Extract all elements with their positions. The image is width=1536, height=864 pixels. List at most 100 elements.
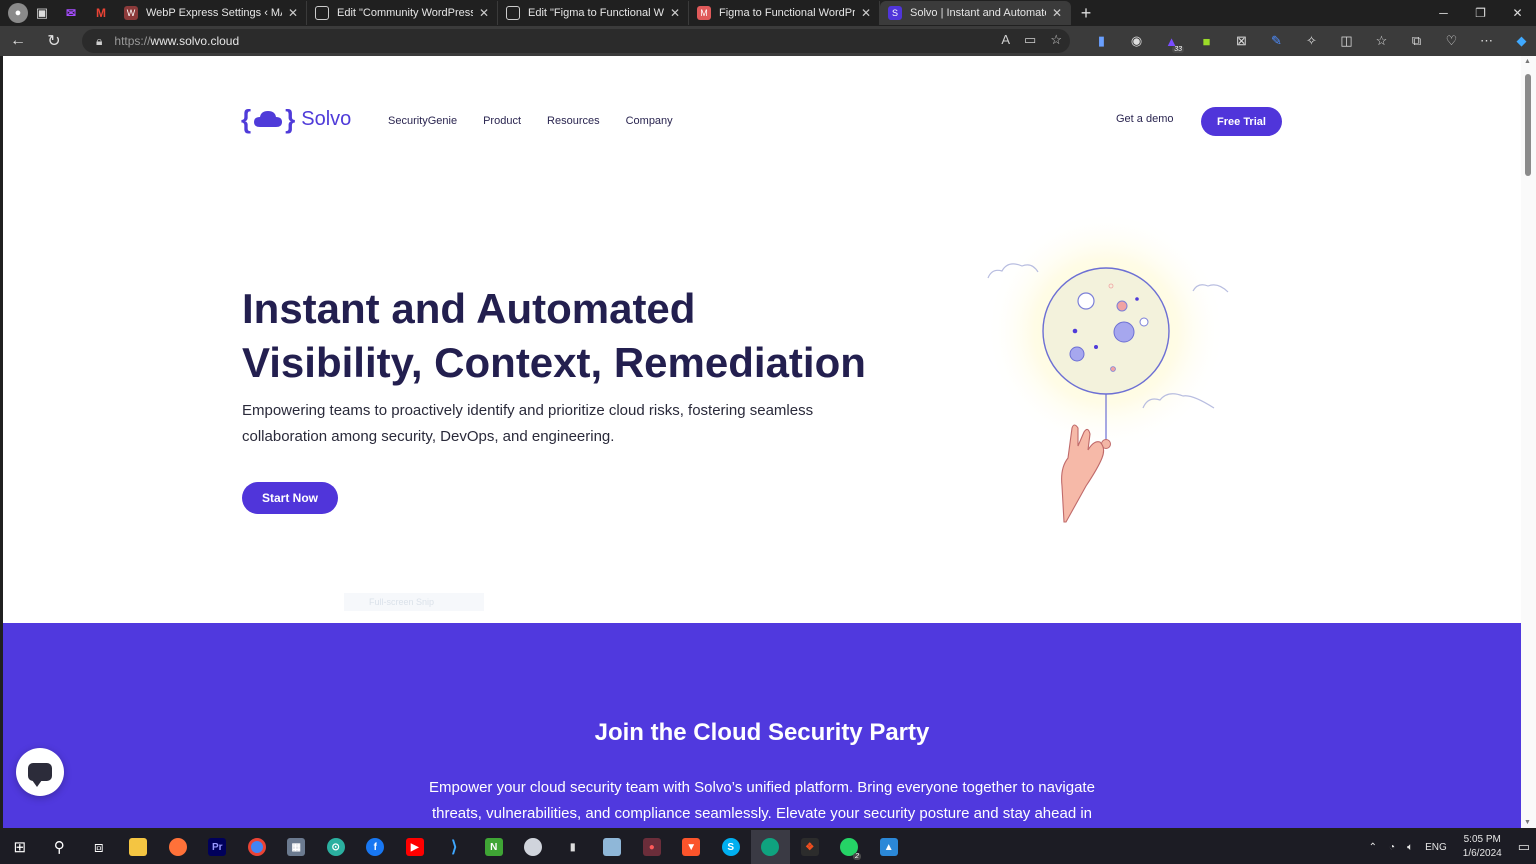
snip-overlay-text: Full-screen Snip <box>344 593 484 611</box>
minimize-icon[interactable]: ─ <box>1425 0 1462 26</box>
get-demo-link[interactable]: Get a demo <box>1116 113 1173 125</box>
file-explorer-icon[interactable] <box>119 830 159 864</box>
address-bar-icons: A ▭ ☆ <box>1001 32 1062 48</box>
immersive-reader-icon[interactable]: ▭ <box>1024 32 1036 48</box>
extension-badge: 33 <box>1172 46 1184 53</box>
network-icon[interactable]: ◔ <box>1389 842 1395 853</box>
tab-actions-icon[interactable]: ▣ <box>28 2 56 24</box>
page-viewport: { } Solvo SecurityGenie Product Resource… <box>3 56 1521 828</box>
more-menu-icon[interactable]: ⋯ <box>1469 27 1504 55</box>
extension-bookmark-icon[interactable]: ▮ <box>1084 27 1119 55</box>
free-trial-button[interactable]: Free Trial <box>1201 107 1282 136</box>
browser-essentials-icon[interactable]: ♡ <box>1434 27 1469 55</box>
address-bar[interactable]: 🔒︎ https://www.solvo.cloud A ▭ ☆ <box>82 29 1070 53</box>
task-view-icon[interactable]: ⧈ <box>79 830 119 864</box>
chat-bubble-icon <box>28 763 52 787</box>
extension-tools-icon[interactable]: ✎ <box>1259 27 1294 55</box>
scrollbar-thumb[interactable] <box>1525 74 1531 176</box>
skype-icon[interactable]: S <box>711 830 751 864</box>
screen-recorder-icon[interactable]: ● <box>632 830 672 864</box>
brave-icon[interactable]: ▼ <box>672 830 712 864</box>
start-now-button[interactable]: Start Now <box>242 482 338 514</box>
page-scrollbar[interactable]: ▲ ▼ <box>1521 56 1536 828</box>
logo-brace-right-icon: } <box>285 104 296 134</box>
tab-title: Figma to Functional WordPress V <box>719 7 855 19</box>
windows-taskbar: ⊞ ⚲ ⧈ Pr ▦ ⊙ f ▶ ⟩ N ▮ ● ▼ S ❖ 2 ▲ ⌃ ◔ 🔈… <box>0 830 1536 864</box>
chrome-icon[interactable] <box>237 830 277 864</box>
vscode-icon[interactable]: ⟩ <box>435 830 475 864</box>
document-favicon-icon <box>315 6 329 20</box>
tab-edit-figma[interactable]: Edit "Figma to Functional WordP ✕ <box>498 1 689 25</box>
scroll-down-icon[interactable]: ▼ <box>1524 819 1531 826</box>
app-cloud-icon[interactable] <box>514 830 554 864</box>
usb-icon[interactable]: ▮ <box>553 830 593 864</box>
whatsapp-badge: 2 <box>853 853 861 860</box>
tab-solvo[interactable]: S Solvo | Instant and Automated V ✕ <box>880 1 1071 25</box>
extension-hat-icon[interactable]: ▲ 33 <box>1154 27 1189 55</box>
refresh-icon[interactable]: ↻ <box>36 27 72 55</box>
lock-icon[interactable]: 🔒︎ <box>96 34 102 49</box>
app-notes-icon[interactable] <box>593 830 633 864</box>
new-tab-button[interactable]: + <box>1071 3 1101 24</box>
logo-brace-left-icon: { <box>241 104 252 134</box>
system-clock[interactable]: 5:05 PM 1/6/2024 <box>1463 833 1502 861</box>
firefox-icon[interactable] <box>158 830 198 864</box>
nav-resources[interactable]: Resources <box>547 115 600 127</box>
facebook-icon[interactable]: f <box>356 830 396 864</box>
tab-title: WebP Express Settings ‹ MA UXU <box>146 7 282 19</box>
collections-icon[interactable]: ⧉ <box>1399 27 1434 55</box>
tab-figma-functional[interactable]: M Figma to Functional WordPress V ✕ <box>689 1 880 25</box>
close-tab-icon[interactable]: ✕ <box>288 6 298 20</box>
copilot-icon[interactable]: ◆ <box>1504 27 1536 55</box>
window-controls: ─ ❐ ✕ <box>1425 0 1536 26</box>
edge-icon[interactable] <box>750 830 790 864</box>
close-window-icon[interactable]: ✕ <box>1499 0 1536 26</box>
tray-overflow-icon[interactable]: ⌃ <box>1369 842 1377 853</box>
notepad-plus-icon[interactable]: N <box>474 830 514 864</box>
windows-start-icon[interactable]: ⊞ <box>0 830 40 864</box>
nav-product[interactable]: Product <box>483 115 521 127</box>
notifications-icon[interactable]: ▭ <box>1518 839 1530 855</box>
premiere-pro-icon[interactable]: Pr <box>198 830 238 864</box>
cloud-security-party-section: Join the Cloud Security Party Empower yo… <box>3 623 1521 828</box>
search-icon[interactable]: ⚲ <box>40 830 80 864</box>
nav-securitygenie[interactable]: SecurityGenie <box>388 115 457 127</box>
clock-date: 1/6/2024 <box>1462 848 1502 859</box>
extensions-bar: ▮ ◉ ▲ 33 ■ ⊠ ✎ ✧ ◫ ☆ ⧉ ♡ ⋯ ◆ <box>1084 27 1536 55</box>
youtube-icon[interactable]: ▶ <box>395 830 435 864</box>
scroll-up-icon[interactable]: ▲ <box>1524 58 1531 65</box>
nav-company[interactable]: Company <box>626 115 673 127</box>
extension-x-icon[interactable]: ⊠ <box>1224 27 1259 55</box>
photos-icon[interactable]: ▲ <box>869 830 909 864</box>
site-favicon-icon: M <box>697 6 711 20</box>
extension-camera-icon[interactable]: ◉ <box>1119 27 1154 55</box>
close-tab-icon[interactable]: ✕ <box>1052 6 1062 20</box>
figma-icon[interactable]: ❖ <box>790 830 830 864</box>
language-indicator[interactable]: ENG <box>1425 842 1447 853</box>
extensions-puzzle-icon[interactable]: ✧ <box>1294 27 1329 55</box>
restore-icon[interactable]: ❐ <box>1462 0 1499 26</box>
favorite-star-icon[interactable]: ☆ <box>1050 32 1062 48</box>
solvo-favicon-icon: S <box>888 6 902 20</box>
extension-green-icon[interactable]: ■ <box>1189 27 1224 55</box>
tab-webp-express[interactable]: W WebP Express Settings ‹ MA UXU ✕ <box>116 1 307 25</box>
volume-icon[interactable]: 🔈︎ <box>1407 842 1413 853</box>
pinned-tab-mail-icon[interactable]: ✉ <box>56 2 86 24</box>
system-tray: ⌃ ◔ 🔈︎ ENG 5:05 PM 1/6/2024 ▭ <box>1363 830 1536 864</box>
solvo-logo[interactable]: { } Solvo <box>241 106 351 132</box>
read-aloud-icon[interactable]: A <box>1001 32 1010 48</box>
whatsapp-icon[interactable]: 2 <box>830 830 870 864</box>
back-icon[interactable]: ← <box>0 27 36 55</box>
pinned-tab-gmail-icon[interactable]: M <box>86 2 116 24</box>
tab-edit-community[interactable]: Edit "Community WordPress The ✕ <box>307 1 498 25</box>
app-teal-icon[interactable]: ⊙ <box>316 830 356 864</box>
browser-tab-strip: ● ▣ ✉ M W WebP Express Settings ‹ MA UXU… <box>0 0 1536 26</box>
favorites-icon[interactable]: ☆ <box>1364 27 1399 55</box>
chat-widget-button[interactable] <box>16 748 64 796</box>
close-tab-icon[interactable]: ✕ <box>670 6 680 20</box>
close-tab-icon[interactable]: ✕ <box>479 6 489 20</box>
profile-avatar-icon[interactable]: ● <box>8 3 28 23</box>
close-tab-icon[interactable]: ✕ <box>861 6 871 20</box>
split-screen-icon[interactable]: ◫ <box>1329 27 1364 55</box>
calculator-icon[interactable]: ▦ <box>277 830 317 864</box>
